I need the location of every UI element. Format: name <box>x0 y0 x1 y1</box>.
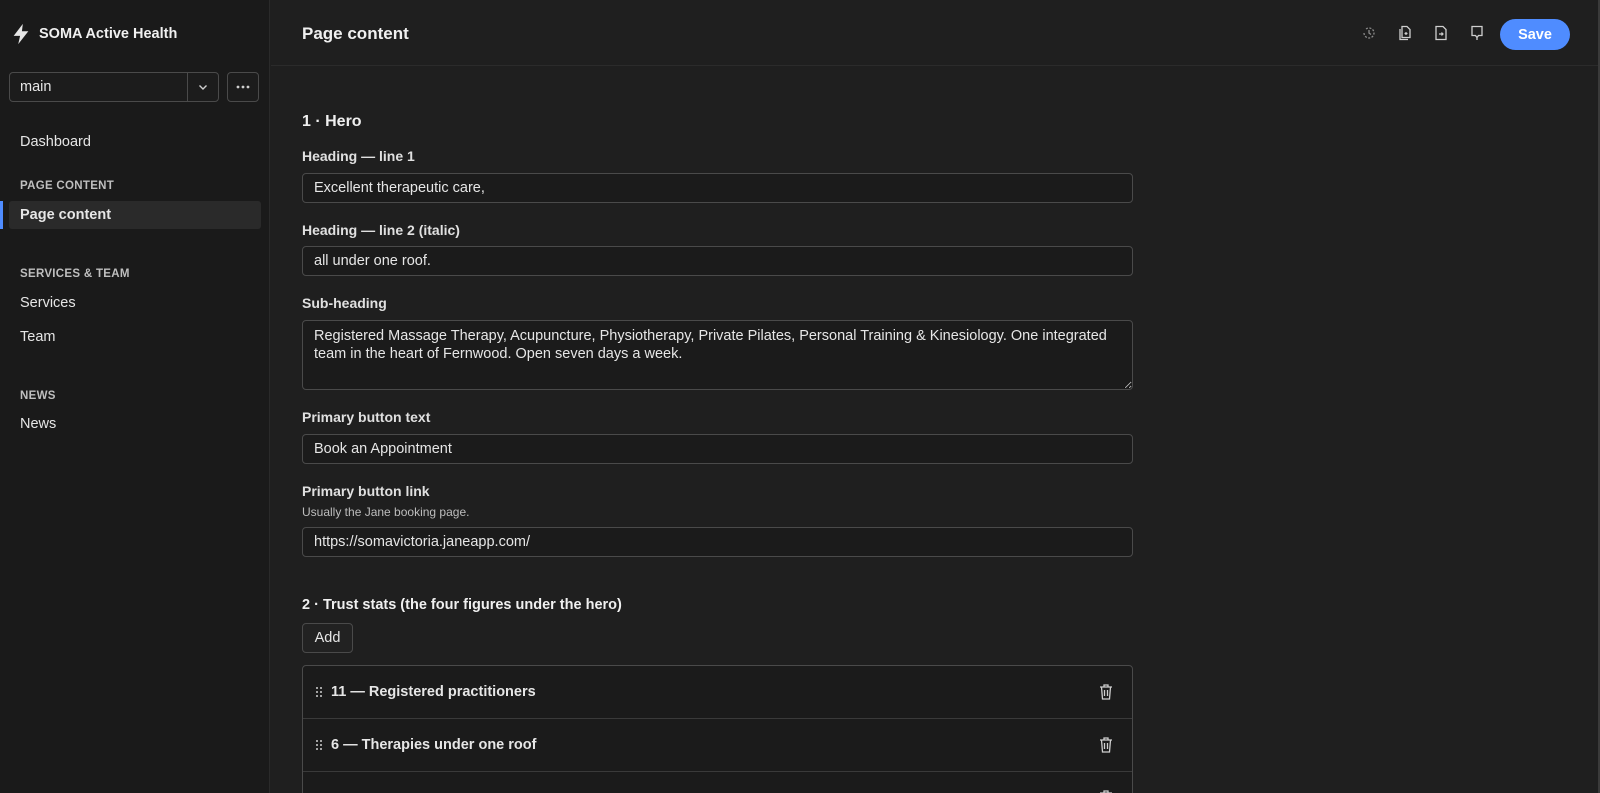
branch-row: main <box>9 72 259 102</box>
trash-icon[interactable] <box>1098 683 1114 701</box>
sidebar-item-team[interactable]: Team <box>9 323 261 351</box>
chevron-down-icon[interactable] <box>187 73 218 101</box>
bolt-logo-icon <box>13 23 29 45</box>
section-title-hero: 1 · Hero <box>302 113 362 130</box>
sub-heading-textarea[interactable]: Registered Massage Therapy, Acupuncture,… <box>302 320 1133 390</box>
nav-heading-page-content: Page content <box>20 180 115 192</box>
sidebar-item-news[interactable]: News <box>9 410 261 438</box>
field-help-primary-button-link: Usually the Jane booking page. <box>302 505 470 519</box>
branch-value: main <box>20 79 52 95</box>
list-item[interactable]: 6 — Therapies under one roof <box>303 719 1132 772</box>
save-button[interactable]: Save <box>1500 19 1570 50</box>
nav-heading-news: News <box>20 390 56 402</box>
branch-select[interactable]: main <box>9 72 219 102</box>
publish-icon[interactable] <box>1468 24 1486 42</box>
field-label-sub-heading: Sub-heading <box>302 295 387 311</box>
add-stat-button[interactable]: Add <box>302 623 353 653</box>
list-item[interactable] <box>303 772 1132 793</box>
drag-handle-icon[interactable] <box>313 739 325 751</box>
list-item-label: 11 — Registered practitioners <box>331 684 536 700</box>
field-label-primary-button-text: Primary button text <box>302 409 431 425</box>
field-label-heading-line-1: Heading — line 1 <box>302 148 415 164</box>
stats-list: 11 — Registered practitioners 6 — Therap… <box>302 665 1133 793</box>
trash-icon[interactable] <box>1098 789 1114 793</box>
page-title: Page content <box>302 24 409 43</box>
heading-line-1-input[interactable] <box>302 173 1133 203</box>
section-title-trust-stats: 2 · Trust stats (the four figures under … <box>302 597 622 613</box>
topbar: Page content Save <box>271 0 1600 66</box>
primary-button-text-input[interactable] <box>302 434 1133 464</box>
primary-button-link-input[interactable] <box>302 527 1133 557</box>
brand[interactable]: SOMA Active Health <box>10 23 177 45</box>
sidebar: SOMA Active Health main Dashboard Page c… <box>0 0 270 793</box>
list-item-label: 6 — Therapies under one roof <box>331 737 537 753</box>
nav-heading-services-team: Services & Team <box>20 268 130 280</box>
heading-line-2-input[interactable] <box>302 246 1133 276</box>
trash-icon[interactable] <box>1098 736 1114 754</box>
field-label-heading-line-2: Heading — line 2 (italic) <box>302 222 460 238</box>
list-item[interactable]: 11 — Registered practitioners <box>303 666 1132 719</box>
drag-handle-icon[interactable] <box>313 686 325 698</box>
more-options-button[interactable] <box>227 72 259 102</box>
duplicate-icon[interactable] <box>1396 24 1414 42</box>
sidebar-item-page-content[interactable]: Page content <box>0 201 261 229</box>
field-label-primary-button-link: Primary button link <box>302 483 430 499</box>
brand-name: SOMA Active Health <box>39 26 178 42</box>
ellipsis-icon <box>236 85 250 89</box>
history-icon[interactable] <box>1360 24 1378 42</box>
preview-icon[interactable] <box>1432 24 1450 42</box>
sidebar-item-dashboard[interactable]: Dashboard <box>9 128 261 156</box>
sidebar-item-services[interactable]: Services <box>9 289 261 317</box>
